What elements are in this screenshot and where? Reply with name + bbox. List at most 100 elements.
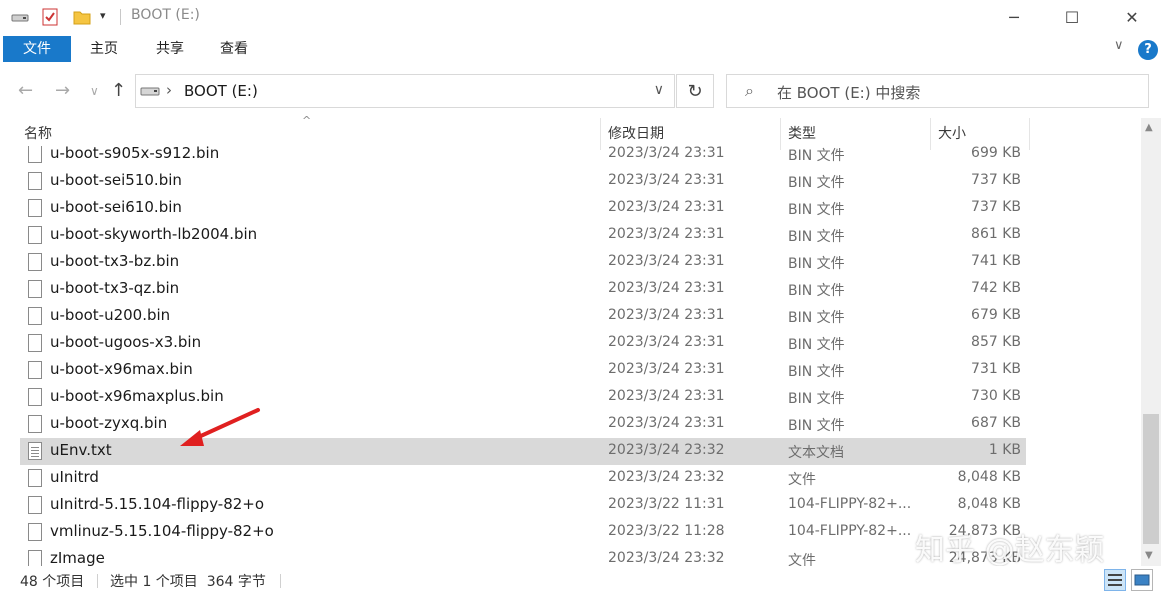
file-row[interactable]: u-boot-u200.bin 2023/3/24 23:31 BIN 文件 679 … — [20, 303, 1026, 330]
large-icons-view-icon — [1134, 574, 1150, 586]
file-size: 8,048 KB — [957, 469, 1021, 485]
scroll-thumb[interactable] — [1143, 414, 1159, 544]
annotation-arrow-icon — [180, 408, 260, 446]
file-icon — [28, 253, 42, 271]
file-row[interactable]: u-boot-tx3-qz.bin 2023/3/24 23:31 BIN 文件 74… — [20, 276, 1026, 303]
file-type: BIN 文件 — [788, 337, 845, 353]
status-bar: 48 个项目 选中 1 个项目 364 字节 — [0, 566, 1161, 594]
file-size: 730 KB — [971, 388, 1021, 404]
file-name: u-boot-sei610.bin — [50, 198, 182, 216]
file-type: 文件 — [788, 472, 816, 488]
file-size: 699 KB — [971, 146, 1021, 161]
file-date: 2023/3/24 23:31 — [608, 146, 725, 161]
file-date: 2023/3/24 23:31 — [608, 253, 725, 269]
forward-button[interactable]: → — [55, 80, 70, 101]
file-name: uInitrd — [50, 468, 99, 486]
scroll-down-icon[interactable]: ▼ — [1145, 550, 1153, 561]
file-row[interactable]: u-boot-skyworth-lb2004.bin 2023/3/24 23:3… — [20, 222, 1026, 249]
status-separator — [280, 574, 281, 588]
drive-icon[interactable] — [10, 7, 30, 31]
file-date: 2023/3/24 23:31 — [608, 226, 725, 242]
search-input[interactable]: 在 BOOT (E:) 中搜索 — [777, 82, 920, 103]
file-row[interactable]: u-boot-sei610.bin 2023/3/24 23:31 BIN 文件 73… — [20, 195, 1026, 222]
file-list: u-boot-s905x-s912.bin 2023/3/24 23:31 BIN … — [0, 146, 1030, 566]
status-separator — [97, 574, 98, 588]
tab-share[interactable]: 共享 — [146, 36, 194, 62]
search-box[interactable]: ⌕ 在 BOOT (E:) 中搜索 — [726, 74, 1149, 108]
file-row[interactable]: u-boot-ugoos-x3.bin 2023/3/24 23:31 BIN 文件… — [20, 330, 1026, 357]
file-type: 104-FLIPPY-82+... — [788, 496, 912, 512]
file-date: 2023/3/24 23:31 — [608, 334, 725, 350]
file-size: 742 KB — [971, 280, 1021, 296]
file-size: 1 KB — [988, 442, 1021, 458]
file-type: BIN 文件 — [788, 202, 845, 218]
file-name: zImage — [50, 549, 105, 566]
file-type: BIN 文件 — [788, 229, 845, 245]
details-view-icon — [1108, 574, 1122, 586]
file-name: u-boot-ugoos-x3.bin — [50, 333, 202, 351]
navigation-bar: ← → ∨ ↑ › BOOT (E:) ∨ ↻ ⌕ 在 BOOT (E:) 中搜… — [0, 66, 1161, 114]
recent-locations-button[interactable]: ∨ — [90, 84, 99, 98]
details-view-button[interactable] — [1104, 569, 1126, 591]
file-size: 857 KB — [971, 334, 1021, 350]
large-icons-view-button[interactable] — [1131, 569, 1153, 591]
file-row[interactable]: vmlinuz-5.15.104-flippy-82+o 2023/3/22 11… — [20, 519, 1026, 546]
tab-view[interactable]: 查看 — [210, 36, 258, 62]
file-icon — [28, 146, 42, 163]
scroll-up-icon[interactable]: ▲ — [1145, 122, 1153, 133]
file-date: 2023/3/24 23:31 — [608, 361, 725, 377]
file-row[interactable]: uInitrd-5.15.104-flippy-82+o 2023/3/22 11… — [20, 492, 1026, 519]
file-icon — [28, 415, 42, 433]
maximize-button[interactable]: ☐ — [1043, 0, 1101, 34]
file-size: 687 KB — [971, 415, 1021, 431]
drive-icon — [140, 83, 160, 103]
window-title: BOOT (E:) — [131, 7, 200, 23]
help-icon[interactable]: ? — [1138, 40, 1158, 60]
file-type: 文本文档 — [788, 445, 844, 461]
close-button[interactable]: ✕ — [1103, 0, 1161, 34]
file-row[interactable]: zImage 2023/3/24 23:32 文件 24,873 KB — [20, 546, 1026, 566]
file-row[interactable]: u-boot-tx3-bz.bin 2023/3/24 23:31 BIN 文件 74… — [20, 249, 1026, 276]
file-name: u-boot-u200.bin — [50, 306, 171, 324]
ribbon-expand-icon[interactable]: ∨ — [1114, 38, 1124, 53]
file-size: 737 KB — [971, 199, 1021, 215]
file-date: 2023/3/22 11:31 — [608, 496, 725, 512]
file-name: u-boot-zyxq.bin — [50, 414, 168, 432]
file-row[interactable]: uInitrd 2023/3/24 23:32 文件 8,048 KB — [20, 465, 1026, 492]
file-type: BIN 文件 — [788, 283, 845, 299]
file-icon — [28, 388, 42, 406]
folder-icon[interactable] — [72, 7, 92, 31]
file-type: BIN 文件 — [788, 148, 845, 164]
file-icon — [28, 334, 42, 352]
refresh-button[interactable]: ↻ — [676, 74, 714, 108]
address-chevron-icon[interactable]: › — [166, 81, 172, 99]
clipboard-check-icon[interactable] — [40, 7, 60, 31]
tab-home[interactable]: 主页 — [80, 36, 128, 62]
file-date: 2023/3/24 23:31 — [608, 307, 725, 323]
file-icon — [28, 307, 42, 325]
up-button[interactable]: ↑ — [111, 80, 126, 101]
file-row[interactable]: u-boot-sei510.bin 2023/3/24 23:31 BIN 文件 73… — [20, 168, 1026, 195]
ribbon-tabs: 文件 主页 共享 查看 ∨ ? — [0, 34, 1161, 64]
address-bar[interactable]: › BOOT (E:) ∨ — [135, 74, 675, 108]
file-type: BIN 文件 — [788, 418, 845, 434]
tab-file[interactable]: 文件 — [3, 36, 71, 62]
file-icon — [28, 496, 42, 514]
file-size: 731 KB — [971, 361, 1021, 377]
minimize-button[interactable]: ─ — [985, 0, 1043, 34]
file-date: 2023/3/24 23:31 — [608, 199, 725, 215]
vertical-scrollbar[interactable]: ▲ ▼ — [1141, 118, 1161, 566]
quick-access-dropdown-icon[interactable]: ▾ — [100, 9, 106, 22]
file-type: 文件 — [788, 553, 816, 566]
file-date: 2023/3/24 23:32 — [608, 469, 725, 485]
item-count: 48 个项目 — [20, 574, 85, 590]
title-separator — [120, 9, 121, 25]
file-row[interactable]: u-boot-s905x-s912.bin 2023/3/24 23:31 BIN … — [20, 146, 1026, 168]
address-dropdown-icon[interactable]: ∨ — [654, 82, 664, 98]
file-name: u-boot-skyworth-lb2004.bin — [50, 225, 258, 243]
address-text[interactable]: BOOT (E:) — [184, 82, 258, 100]
file-size: 8,048 KB — [957, 496, 1021, 512]
file-name: vmlinuz-5.15.104-flippy-82+o — [50, 522, 274, 540]
file-row[interactable]: u-boot-x96max.bin 2023/3/24 23:31 BIN 文件 73… — [20, 357, 1026, 384]
back-button[interactable]: ← — [18, 80, 33, 101]
